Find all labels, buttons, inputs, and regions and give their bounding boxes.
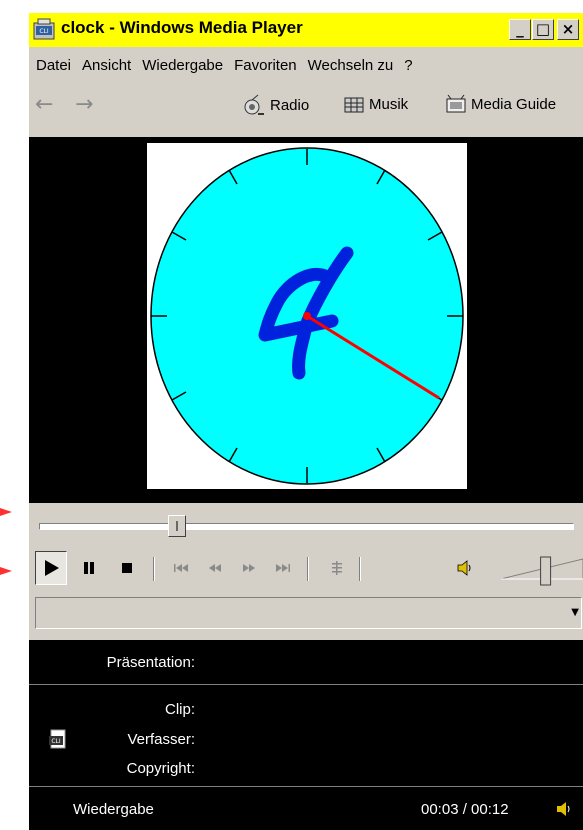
play-button[interactable] — [35, 551, 67, 585]
svg-text:CLI: CLI — [51, 738, 61, 745]
menu-item-wiedergabe[interactable]: Wiedergabe — [142, 57, 223, 74]
info-panel: Präsentation: CLI Clip: Verfasser: Copyr… — [29, 640, 583, 830]
clock-center — [303, 312, 311, 320]
video-display[interactable] — [29, 137, 583, 503]
menu-item-favoriten[interactable]: Favoriten — [234, 57, 297, 74]
speaker-icon — [457, 560, 471, 576]
navigation-bar: ← → Radio Musik Media Guide — [29, 87, 583, 121]
volume-thumb[interactable] — [540, 556, 552, 586]
pause-button[interactable] — [73, 551, 105, 585]
previous-track-button[interactable] — [165, 551, 197, 585]
media-guide-label: Media Guide — [471, 95, 557, 113]
svg-text:CLI: CLI — [39, 28, 49, 35]
pause-icon — [84, 562, 94, 574]
stop-button[interactable] — [111, 551, 143, 585]
radio-link[interactable]: Radio — [242, 94, 309, 116]
annotation-arrow-seek — [0, 508, 12, 516]
radio-label: Radio — [270, 96, 310, 114]
control-separator — [153, 557, 155, 581]
copyright-label: Copyright: — [126, 760, 195, 777]
time-display: 00:03 / 00:12 — [421, 801, 509, 818]
menu-item-help[interactable]: ? — [404, 57, 412, 74]
clip-select-dropdown[interactable]: ▼ — [35, 597, 582, 629]
presentation-row: Präsentation: — [29, 640, 583, 685]
title-bar[interactable]: CLI clock - Windows Media Player _ □ × — [29, 13, 583, 47]
menu-item-datei[interactable]: Datei — [36, 57, 71, 74]
media-player-window: CLI clock - Windows Media Player _ □ × D… — [28, 12, 583, 830]
music-icon — [344, 97, 364, 113]
control-separator — [359, 557, 361, 581]
music-link[interactable]: Musik — [343, 94, 408, 114]
status-speaker-icon[interactable] — [555, 800, 573, 818]
annotation-arrow-play — [0, 567, 12, 575]
presentation-label: Präsentation: — [106, 654, 195, 671]
seek-thumb-grip-icon — [176, 521, 178, 531]
media-guide-icon — [446, 94, 466, 113]
status-bar: Wiedergabe 00:03 / 00:12 — [29, 786, 583, 830]
media-player-icon: CLI — [33, 18, 55, 40]
control-separator — [307, 557, 309, 581]
maximize-button[interactable]: □ — [532, 19, 554, 40]
play-icon — [45, 560, 59, 576]
back-arrow-icon[interactable]: ← — [35, 92, 53, 117]
seek-track[interactable] — [39, 523, 574, 530]
seek-bar[interactable] — [29, 503, 583, 543]
mute-button[interactable] — [449, 551, 481, 585]
window-title: clock - Windows Media Player — [61, 18, 303, 37]
rewind-icon — [209, 564, 221, 572]
playback-controls — [29, 549, 583, 589]
clock-image — [150, 147, 464, 485]
volume-slider[interactable] — [499, 553, 583, 587]
clip-file-icon: CLI — [49, 729, 66, 749]
clip-label: Clip: — [164, 701, 195, 718]
menu-bar: Datei Ansicht Wiedergabe Favoriten Wechs… — [29, 51, 583, 79]
media-guide-link[interactable]: Media Guide — [445, 94, 556, 114]
fast-forward-button[interactable] — [233, 551, 265, 585]
video-frame — [147, 143, 467, 489]
minimize-button[interactable]: _ — [509, 19, 531, 40]
seek-thumb[interactable] — [168, 515, 187, 537]
close-button[interactable]: × — [557, 19, 579, 40]
previous-track-icon — [174, 564, 188, 572]
forward-arrow-icon[interactable]: → — [75, 92, 93, 117]
rewind-button[interactable] — [199, 551, 231, 585]
music-label: Musik — [369, 95, 409, 113]
menu-item-wechseln-zu[interactable]: Wechseln zu — [308, 57, 394, 74]
playlist-button[interactable] — [321, 551, 353, 585]
dropdown-arrow-icon[interactable]: ▼ — [571, 607, 579, 618]
playlist-icon — [332, 561, 342, 575]
author-label: Verfasser: — [127, 731, 195, 748]
playback-status: Wiedergabe — [73, 801, 154, 818]
fast-forward-icon — [243, 564, 255, 572]
next-track-icon — [276, 564, 290, 572]
next-track-button[interactable] — [267, 551, 299, 585]
radio-icon — [244, 94, 264, 115]
stop-icon — [122, 563, 132, 573]
menu-item-ansicht[interactable]: Ansicht — [82, 57, 131, 74]
